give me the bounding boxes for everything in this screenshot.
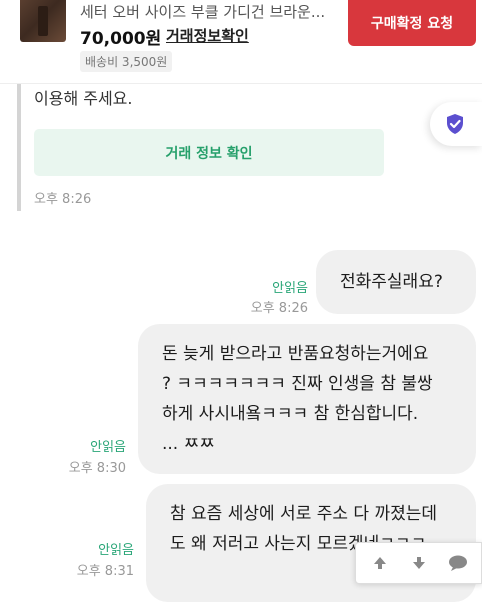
comment-icon bbox=[448, 555, 467, 571]
message-time: 오후 8:26 bbox=[250, 301, 308, 316]
message-line: 참 요즘 세상에 서로 주소 다 까졌는데 bbox=[170, 504, 438, 524]
product-price: 70,000원 bbox=[80, 29, 162, 49]
product-thumbnail[interactable] bbox=[20, 0, 66, 42]
shield-check-icon bbox=[447, 114, 463, 134]
comment-button[interactable] bbox=[443, 548, 473, 578]
message-unread-status: 안읽음 bbox=[98, 543, 134, 558]
message-bubble[interactable]: 전화주실래요? bbox=[316, 250, 476, 314]
trade-info-confirm-button[interactable]: 거래 정보 확인 bbox=[34, 129, 384, 176]
system-message-time: 오후 8:26 bbox=[34, 192, 92, 207]
trade-info-link[interactable]: 거래정보확인 bbox=[166, 25, 249, 46]
product-title: 세터 오버 사이즈 부클 가디건 브라운... bbox=[80, 3, 326, 21]
message-unread-status: 안읽음 bbox=[272, 281, 308, 296]
message-line: 하게 사시내욬ㅋㅋㅋ 참 한심합니다. bbox=[162, 404, 419, 424]
scroll-down-button[interactable] bbox=[404, 548, 434, 578]
message-line: ? ㅋㅋㅋㅋㅋㅋㅋ 진짜 인생을 참 불쌍 bbox=[162, 374, 433, 394]
arrow-down-icon bbox=[412, 557, 425, 569]
chat-area[interactable]: 이용해 주세요. 거래 정보 확인 오후 8:26 안읽음 오후 8:26 전화… bbox=[0, 84, 482, 602]
message-time: 오후 8:30 bbox=[68, 461, 126, 476]
system-message-bar bbox=[17, 84, 21, 211]
safety-shield-button[interactable] bbox=[430, 102, 482, 146]
product-header: 세터 오버 사이즈 부클 가디건 브라운... 70,000원 거래정보확인 배… bbox=[0, 0, 482, 84]
message-unread-status: 안읽음 bbox=[90, 440, 126, 455]
shipping-fee-badge: 배송비 3,500원 bbox=[80, 51, 173, 72]
message-text: 전화주실래요? bbox=[340, 272, 443, 292]
arrow-up-icon bbox=[373, 557, 386, 569]
scroll-up-button[interactable] bbox=[365, 548, 395, 578]
message-time: 오후 8:31 bbox=[76, 564, 134, 579]
system-message-text: 이용해 주세요. bbox=[34, 89, 133, 108]
message-line: ... ㅉㅉ bbox=[162, 434, 215, 454]
purchase-confirm-request-button[interactable]: 구매확정 요청 bbox=[348, 0, 476, 46]
floating-toolbar bbox=[355, 542, 482, 584]
message-bubble[interactable]: 돈 늦게 받으라고 반품요청하는거에요 ? ㅋㅋㅋㅋㅋㅋㅋ 진짜 인생을 참 불… bbox=[138, 324, 476, 474]
message-line: 돈 늦게 받으라고 반품요청하는거에요 bbox=[162, 344, 429, 364]
